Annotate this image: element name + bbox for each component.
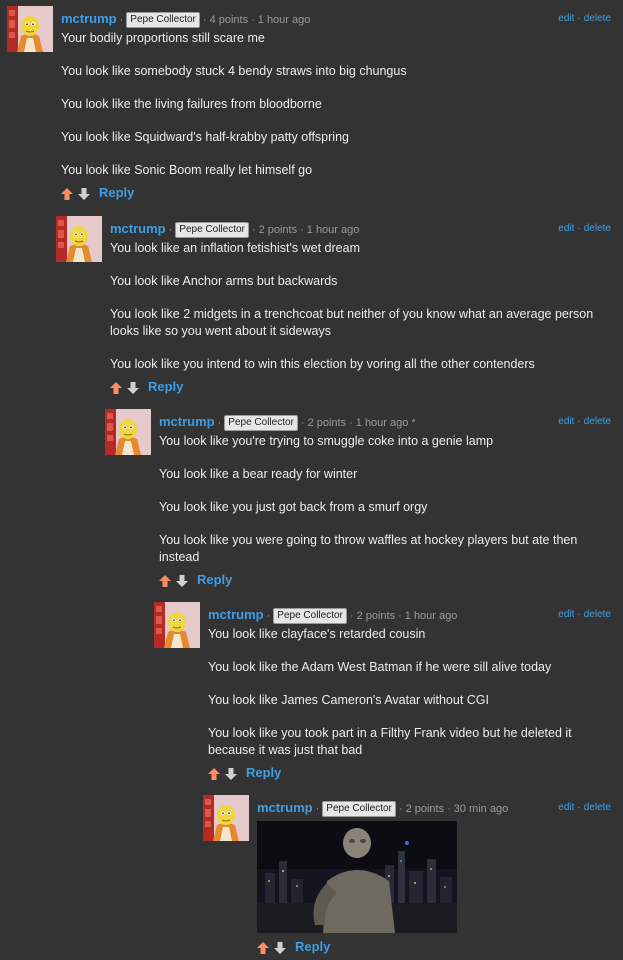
downvote-arrow-icon[interactable] (225, 767, 237, 780)
points: 2 points (307, 417, 347, 429)
upvote-arrow-icon[interactable] (159, 574, 171, 587)
downvote-arrow-icon[interactable] (127, 381, 139, 394)
comment-line: You look like you took part in a Filthy … (208, 726, 572, 757)
upvote-arrow-icon[interactable] (208, 767, 220, 780)
downvote-arrow-icon[interactable] (274, 941, 286, 954)
vote-bar: Reply (159, 570, 611, 590)
delete-link[interactable]: delete (584, 13, 611, 24)
comment: mctrump · Pepe Collector · 2 points · 30 min a… (203, 795, 611, 957)
username-link[interactable]: mctrump (159, 414, 215, 429)
points: 2 points (258, 224, 298, 236)
comment-line: You look like you just got back from a s… (159, 500, 428, 514)
avatar[interactable] (56, 216, 102, 262)
comment-line: You look like you intend to win this ele… (110, 357, 535, 371)
comment-line: You look like Squidward's half-krabby pa… (61, 130, 349, 144)
flair-badge: Pepe Collector (126, 12, 200, 28)
comment-line: You look like the living failures from b… (61, 97, 322, 111)
comment-line: Your bodily proportions still scare me (61, 31, 265, 45)
comment-text: You look like an inflation fetishist's w… (110, 240, 611, 373)
reply-button[interactable]: Reply (197, 571, 232, 589)
timestamp: 1 hour ago (404, 610, 458, 622)
comment-text: You look like you're trying to smuggle c… (159, 433, 611, 566)
comment-line: You look like you were going to throw wa… (159, 533, 578, 564)
comment-meta: mctrump · Pepe Collector · 4 points · 1 hour a… (61, 11, 611, 28)
comment: mctrump · Pepe Collector · 4 points · 1 hour a… (7, 6, 611, 203)
points: 2 points (405, 803, 445, 815)
downvote-arrow-icon[interactable] (176, 574, 188, 587)
vote-bar: Reply (208, 763, 611, 783)
embedded-image[interactable] (257, 821, 457, 933)
upvote-arrow-icon[interactable] (61, 187, 73, 200)
downvote-arrow-icon[interactable] (78, 187, 90, 200)
edit-link[interactable]: edit (558, 223, 574, 234)
delete-link[interactable]: delete (584, 223, 611, 234)
delete-link[interactable]: delete (584, 416, 611, 427)
points: 2 points (356, 610, 396, 622)
reply-button[interactable]: Reply (99, 184, 134, 202)
timestamp: 30 min ago (453, 803, 509, 815)
reply-button[interactable]: Reply (246, 764, 281, 782)
upvote-arrow-icon[interactable] (257, 941, 269, 954)
comment-line: You look like 2 midgets in a trenchcoat … (110, 307, 594, 338)
username-link[interactable]: mctrump (257, 800, 313, 815)
comment-line: You look like the Adam West Batman if he… (208, 660, 552, 674)
flair-badge: Pepe Collector (273, 608, 347, 624)
comment-line: You look like clayface's retarded cousin (208, 627, 426, 641)
reply-button[interactable]: Reply (295, 938, 330, 956)
edit-link[interactable]: edit (558, 609, 574, 620)
delete-link[interactable]: delete (584, 802, 611, 813)
comment: mctrump · Pepe Collector · 2 points · 1 hour a… (105, 409, 611, 590)
comment-meta: mctrump · Pepe Collector · 2 points · 1 hour a… (110, 221, 611, 238)
flair-badge: Pepe Collector (175, 222, 249, 238)
avatar[interactable] (105, 409, 151, 455)
reply-button[interactable]: Reply (148, 378, 183, 396)
comment-line: You look like somebody stuck 4 bendy str… (61, 64, 407, 78)
edit-link[interactable]: edit (558, 802, 574, 813)
username-link[interactable]: mctrump (208, 607, 264, 622)
comment-line: You look like Sonic Boom really let hims… (61, 163, 313, 177)
avatar[interactable] (203, 795, 249, 841)
timestamp: 1 hour ago * (355, 417, 416, 429)
edit-link[interactable]: edit (558, 416, 574, 427)
avatar[interactable] (154, 602, 200, 648)
comment-line: You look like James Cameron's Avatar wit… (208, 693, 489, 707)
avatar[interactable] (7, 6, 53, 52)
comment-text: Your bodily proportions still scare me Y… (61, 30, 611, 179)
username-link[interactable]: mctrump (110, 221, 166, 236)
comment-meta: mctrump · Pepe Collector · 2 points · 1 hour a… (208, 607, 611, 624)
comment-line: You look like an inflation fetishist's w… (110, 241, 360, 255)
vote-bar: Reply (257, 937, 611, 957)
delete-link[interactable]: delete (584, 609, 611, 620)
edit-link[interactable]: edit (558, 13, 574, 24)
comment-text: You look like clayface's retarded cousin… (208, 626, 611, 759)
vote-bar: Reply (110, 377, 611, 397)
comment-meta: mctrump · Pepe Collector · 2 points · 1 hour a… (159, 414, 611, 431)
comment-line: You look like a bear ready for winter (159, 467, 358, 481)
vote-bar: Reply (61, 183, 611, 203)
flair-badge: Pepe Collector (224, 415, 298, 431)
timestamp: 1 hour ago (257, 14, 311, 26)
comment-line: You look like Anchor arms but backwards (110, 274, 338, 288)
comment-line: You look like you're trying to smuggle c… (159, 434, 494, 448)
timestamp: 1 hour ago (306, 224, 360, 236)
comment-meta: mctrump · Pepe Collector · 2 points · 30 min a… (257, 800, 611, 817)
flair-badge: Pepe Collector (322, 801, 396, 817)
points: 4 points (209, 14, 249, 26)
comment: mctrump · Pepe Collector · 2 points · 1 hour a… (56, 216, 611, 397)
username-link[interactable]: mctrump (61, 11, 117, 26)
comment: mctrump · Pepe Collector · 2 points · 1 hour a… (154, 602, 611, 783)
upvote-arrow-icon[interactable] (110, 381, 122, 394)
